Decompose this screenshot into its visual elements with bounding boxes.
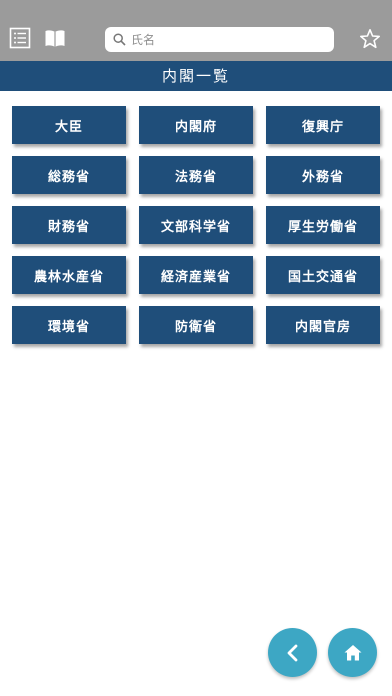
back-icon: [287, 644, 297, 661]
ministry-grid: 大臣 内閣府 復興庁 総務省 法務省 外務省 財務省 文部科学省 厚生労働省 農…: [12, 106, 380, 344]
ministry-button[interactable]: 復興庁: [266, 106, 380, 144]
list-icon[interactable]: [9, 27, 33, 51]
ministry-button[interactable]: 内閣官房: [266, 306, 380, 344]
ministry-button[interactable]: 大臣: [12, 106, 126, 144]
ministry-button[interactable]: 外務省: [266, 156, 380, 194]
top-bar: [0, 0, 392, 61]
search-bar[interactable]: [105, 27, 334, 52]
search-icon: [113, 33, 126, 46]
ministry-button[interactable]: 内閣府: [139, 106, 253, 144]
ministry-button[interactable]: 厚生労働省: [266, 206, 380, 244]
home-button[interactable]: [328, 628, 377, 677]
ministry-button[interactable]: 総務省: [12, 156, 126, 194]
ministry-button[interactable]: 農林水産省: [12, 256, 126, 294]
star-icon[interactable]: [359, 28, 383, 52]
ministry-button[interactable]: 環境省: [12, 306, 126, 344]
ministry-button[interactable]: 文部科学省: [139, 206, 253, 244]
ministry-button[interactable]: 国土交通省: [266, 256, 380, 294]
search-input[interactable]: [129, 27, 326, 52]
page-title: 内閣一覧: [0, 61, 392, 91]
ministry-button[interactable]: 防衛省: [139, 306, 253, 344]
book-icon[interactable]: [44, 27, 68, 51]
home-icon: [344, 644, 361, 660]
ministry-button[interactable]: 財務省: [12, 206, 126, 244]
back-button[interactable]: [268, 628, 317, 677]
ministry-button[interactable]: 法務省: [139, 156, 253, 194]
ministry-button[interactable]: 経済産業省: [139, 256, 253, 294]
